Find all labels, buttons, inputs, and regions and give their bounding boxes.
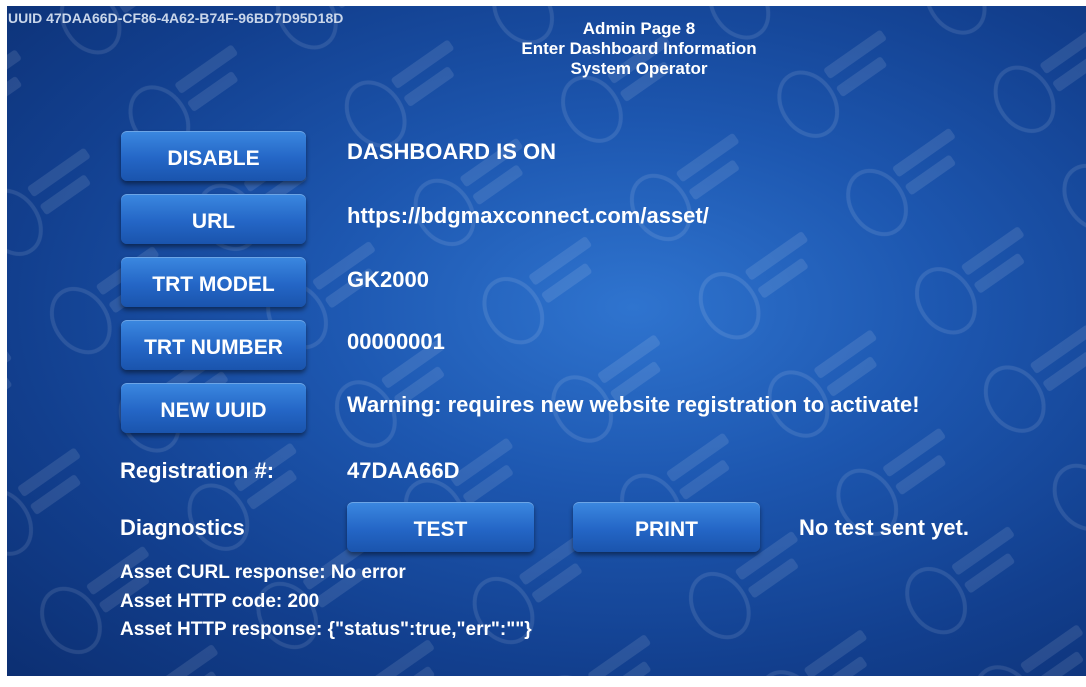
dashboard-status: DASHBOARD IS ON <box>347 139 557 164</box>
admin-screen: UUID 47DAA66D-CF86-4A62-B74F-96BD7D95D18… <box>7 6 1086 676</box>
trt-model-button[interactable]: TRT MODEL <box>121 257 306 307</box>
new-uuid-button[interactable]: NEW UUID <box>121 383 306 433</box>
diagnostics-label: Diagnostics <box>120 515 245 540</box>
registration-label: Registration #: <box>120 458 275 483</box>
url-button[interactable]: URL <box>121 194 306 244</box>
page-title: Admin Page 8 <box>582 19 696 38</box>
trt-number-button[interactable]: TRT NUMBER <box>121 320 306 370</box>
new-uuid-warning: Warning: requires new website registrati… <box>347 392 920 417</box>
trt-model-value: GK2000 <box>347 267 429 292</box>
uuid-label: UUID 47DAA66D-CF86-4A62-B74F-96BD7D95D18… <box>8 10 344 26</box>
trt-number-value: 00000001 <box>347 329 445 354</box>
asset-http-code: Asset HTTP code: 200 <box>120 591 320 612</box>
page-subtitle: Enter Dashboard Information <box>521 39 757 58</box>
registration-value: 47DAA66D <box>347 458 460 483</box>
test-status: No test sent yet. <box>799 515 969 540</box>
url-value: https://bdgmaxconnect.com/asset/ <box>347 203 709 228</box>
print-button[interactable]: PRINT <box>573 502 760 552</box>
user-role: System Operator <box>570 59 708 78</box>
asset-curl-response: Asset CURL response: No error <box>120 562 406 583</box>
asset-http-response: Asset HTTP response: {"status":true,"err… <box>120 619 532 640</box>
test-button[interactable]: TEST <box>347 502 534 552</box>
disable-button[interactable]: DISABLE <box>121 131 306 181</box>
page-header: Admin Page 8 Enter Dashboard Information… <box>464 19 814 79</box>
